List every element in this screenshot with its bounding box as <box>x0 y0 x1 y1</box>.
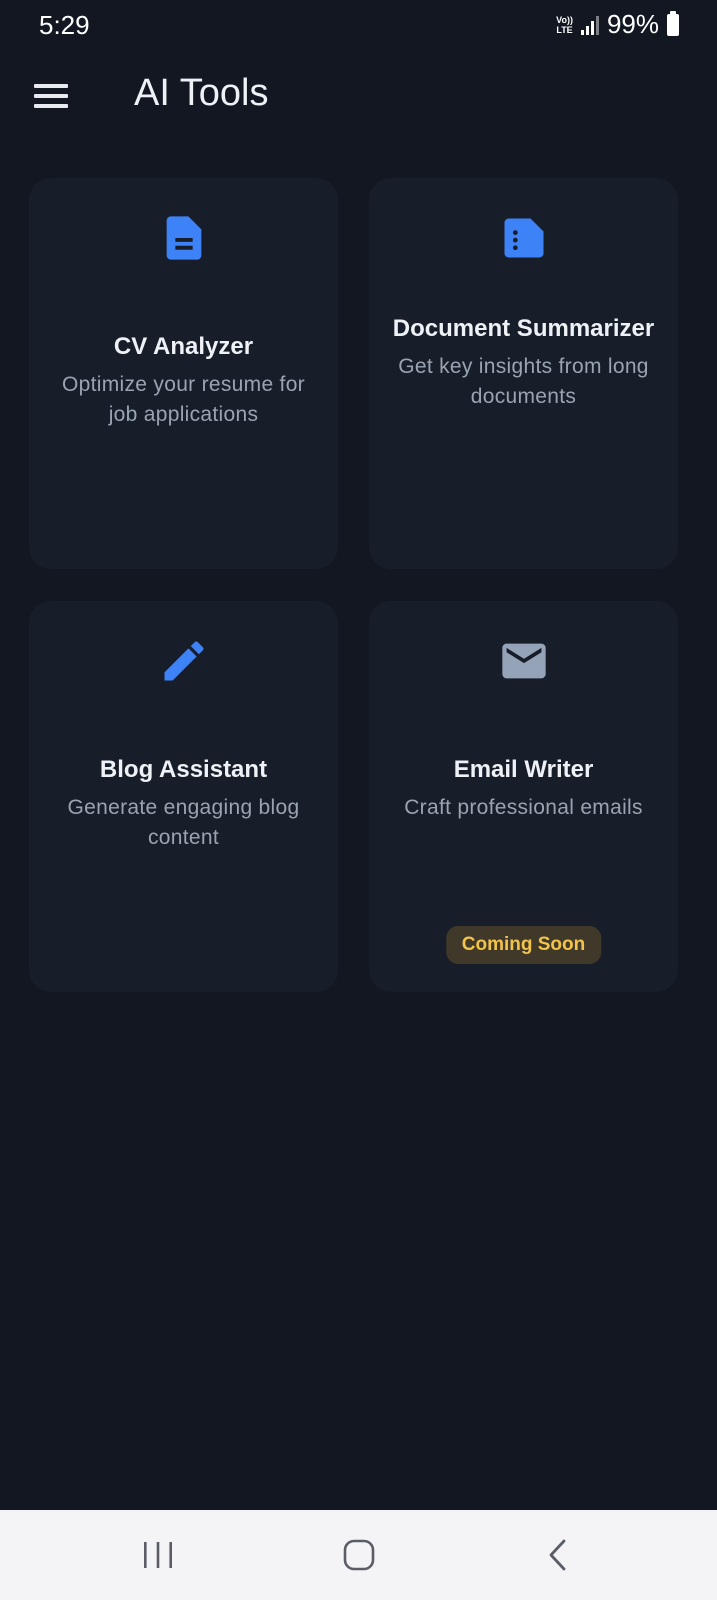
tool-title: Document Summarizer <box>392 315 655 342</box>
tool-card-cv-analyzer[interactable]: CV Analyzer Optimize your resume for job… <box>29 178 338 569</box>
tool-card-blog-assistant[interactable]: Blog Assistant Generate engaging blog co… <box>29 601 338 992</box>
home-icon[interactable] <box>339 1538 379 1572</box>
status-bar: 5:29 Vo)) LTE 99% <box>0 0 717 52</box>
recent-apps-icon[interactable] <box>138 1538 178 1572</box>
pencil-icon <box>158 635 210 687</box>
battery-icon <box>667 10 679 36</box>
lte-label: LTE <box>556 24 573 35</box>
volte-label: Vo)) <box>556 14 573 25</box>
status-icons: Vo)) LTE 99% <box>556 9 679 40</box>
card-text: Document Summarizer Get key insights fro… <box>385 310 662 412</box>
tool-description: Optimize your resume for job application… <box>62 373 305 426</box>
summary-icon <box>498 212 550 264</box>
card-text: Email Writer Craft professional emails <box>385 751 662 823</box>
system-nav-bar <box>0 1510 717 1600</box>
tool-title: CV Analyzer <box>113 333 254 360</box>
email-icon <box>498 635 550 687</box>
status-time: 5:29 <box>39 10 90 40</box>
card-text: CV Analyzer Optimize your resume for job… <box>45 328 322 430</box>
tool-title: Blog Assistant <box>99 756 268 783</box>
app-bar: AI Tools <box>0 60 717 132</box>
coming-soon-badge: Coming Soon <box>445 926 602 964</box>
tools-grid: CV Analyzer Optimize your resume for job… <box>29 178 688 992</box>
tool-card-email-writer[interactable]: Email Writer Craft professional emails C… <box>369 601 678 992</box>
page-title: AI Tools <box>134 72 269 114</box>
battery-percent: 99% <box>606 9 659 39</box>
tool-description: Get key insights from long documents <box>398 355 649 408</box>
volte-lte-icon: Vo)) LTE <box>556 15 573 35</box>
signal-strength-icon <box>580 15 599 35</box>
hamburger-menu-icon[interactable] <box>34 82 70 110</box>
card-text: Blog Assistant Generate engaging blog co… <box>45 751 322 853</box>
tool-description: Craft professional emails <box>404 796 643 819</box>
screen: 5:29 Vo)) LTE 99% AI Tools CV Analyzer O… <box>0 0 717 1600</box>
document-icon <box>158 212 210 264</box>
back-icon[interactable] <box>540 1538 580 1572</box>
tool-description: Generate engaging blog content <box>67 796 300 849</box>
tool-card-document-summarizer[interactable]: Document Summarizer Get key insights fro… <box>369 178 678 569</box>
tool-title: Email Writer <box>453 756 594 783</box>
